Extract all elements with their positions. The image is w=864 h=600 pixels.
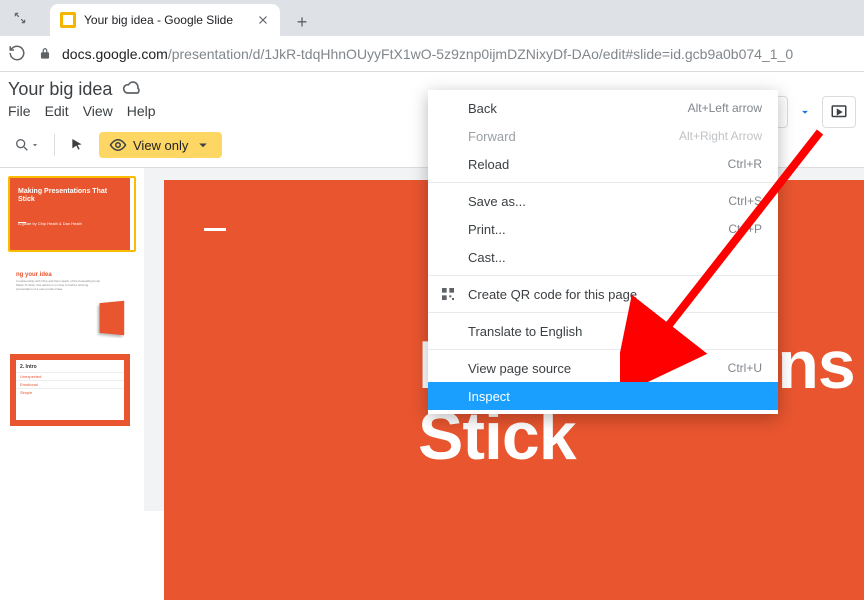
thumb1-subtitle: A guide by Chip Heath & Dan Heath — [10, 207, 130, 226]
cloud-saved-icon[interactable] — [122, 78, 142, 101]
context-menu-shortcut: Ctrl+R — [728, 157, 762, 171]
context-menu-shortcut: Ctrl+U — [728, 361, 762, 375]
context-menu-label: View page source — [468, 361, 728, 376]
slides-favicon-icon — [60, 12, 76, 28]
thumb1-title: Making Presentations That Stick — [10, 178, 130, 207]
document-title[interactable]: Your big idea — [8, 79, 112, 100]
context-menu-separator — [428, 275, 778, 276]
context-menu-label: Inspect — [468, 389, 762, 404]
browser-tab[interactable]: Your big idea - Google Slide — [50, 4, 280, 36]
thumb2-book-image — [100, 301, 125, 336]
thumb3-row: Emotional — [16, 380, 124, 388]
address-bar: docs.google.com/presentation/d/1JkR-tdqH… — [0, 36, 864, 72]
context-menu-item-translate-to-english[interactable]: Translate to English — [428, 317, 778, 345]
zoom-tool[interactable] — [8, 131, 46, 159]
context-menu-shortcut: Alt+Right Arrow — [679, 129, 762, 143]
context-menu-item-reload[interactable]: ReloadCtrl+R — [428, 150, 778, 178]
context-menu-label: Reload — [468, 157, 728, 172]
toolbar-separator — [54, 134, 55, 156]
context-menu-separator — [428, 312, 778, 313]
reload-icon[interactable] — [8, 44, 28, 64]
thumb1-divider — [18, 222, 26, 223]
context-menu-separator — [428, 182, 778, 183]
context-menu-shortcut: Alt+Left arrow — [688, 101, 762, 115]
thumb2-title: ng your idea — [10, 266, 130, 280]
context-menu-item-back[interactable]: BackAlt+Left arrow — [428, 94, 778, 122]
thumb2-text: In partnership with Chip and Dan Heath, … — [10, 280, 130, 292]
menu-file[interactable]: File — [8, 103, 31, 119]
context-menu-shortcut: Ctrl+P — [728, 222, 762, 236]
slide-divider — [204, 228, 226, 231]
context-menu-item-cast[interactable]: Cast... — [428, 243, 778, 271]
context-menu-label: Back — [468, 101, 688, 116]
context-menu-label: Translate to English — [468, 324, 762, 339]
url-display[interactable]: docs.google.com/presentation/d/1JkR-tdqH… — [62, 46, 793, 62]
thumb3-title: 2. Intro — [16, 360, 124, 372]
url-path: /presentation/d/1JkR-tdqHhnOUyyFtX1wO-5z… — [168, 46, 793, 62]
select-tool[interactable] — [63, 131, 91, 159]
context-menu-item-view-page-source[interactable]: View page sourceCtrl+U — [428, 354, 778, 382]
view-only-badge[interactable]: View only — [99, 132, 222, 158]
context-menu-item-print[interactable]: Print...Ctrl+P — [428, 215, 778, 243]
context-menu-separator — [428, 349, 778, 350]
context-menu: BackAlt+Left arrowForwardAlt+Right Arrow… — [428, 90, 778, 414]
menu-help[interactable]: Help — [127, 103, 156, 119]
context-menu-shortcut: Ctrl+S — [728, 194, 762, 208]
context-menu-label: Cast... — [468, 250, 762, 265]
tab-title: Your big idea - Google Slide — [84, 13, 248, 27]
slide-thumb-3[interactable]: 2. Intro Unexpected Emotional Simple — [8, 352, 136, 428]
lock-icon[interactable] — [38, 47, 52, 61]
share-dropdown[interactable] — [798, 96, 812, 128]
view-only-label: View only — [133, 138, 188, 153]
context-menu-item-forward: ForwardAlt+Right Arrow — [428, 122, 778, 150]
browser-tab-strip: Your big idea - Google Slide + — [0, 0, 864, 36]
url-host: docs.google.com — [62, 46, 168, 62]
menu-edit[interactable]: Edit — [45, 103, 69, 119]
slide-thumb-1[interactable]: Making Presentations That Stick A guide … — [8, 176, 136, 252]
slide-thumb-2[interactable]: ng your idea In partnership with Chip an… — [8, 264, 136, 340]
menu-view[interactable]: View — [83, 103, 113, 119]
thumb3-row: Simple — [16, 388, 124, 396]
close-tab-icon[interactable] — [256, 13, 270, 27]
context-menu-item-inspect[interactable]: Inspect — [428, 382, 778, 410]
present-button[interactable] — [822, 96, 856, 128]
new-tab-button[interactable]: + — [288, 8, 316, 36]
context-menu-label: Print... — [468, 222, 728, 237]
context-menu-item-create-qr-code-for-this-page[interactable]: Create QR code for this page — [428, 280, 778, 308]
context-menu-label: Create QR code for this page — [468, 287, 762, 302]
context-menu-item-save-as[interactable]: Save as...Ctrl+S — [428, 187, 778, 215]
fullscreen-icon[interactable] — [0, 0, 40, 36]
qr-code-icon — [440, 286, 456, 302]
context-menu-label: Forward — [468, 129, 679, 144]
context-menu-label: Save as... — [468, 194, 728, 209]
thumb3-row: Unexpected — [16, 372, 124, 380]
thumbnail-panel: Making Presentations That Stick A guide … — [0, 168, 144, 511]
